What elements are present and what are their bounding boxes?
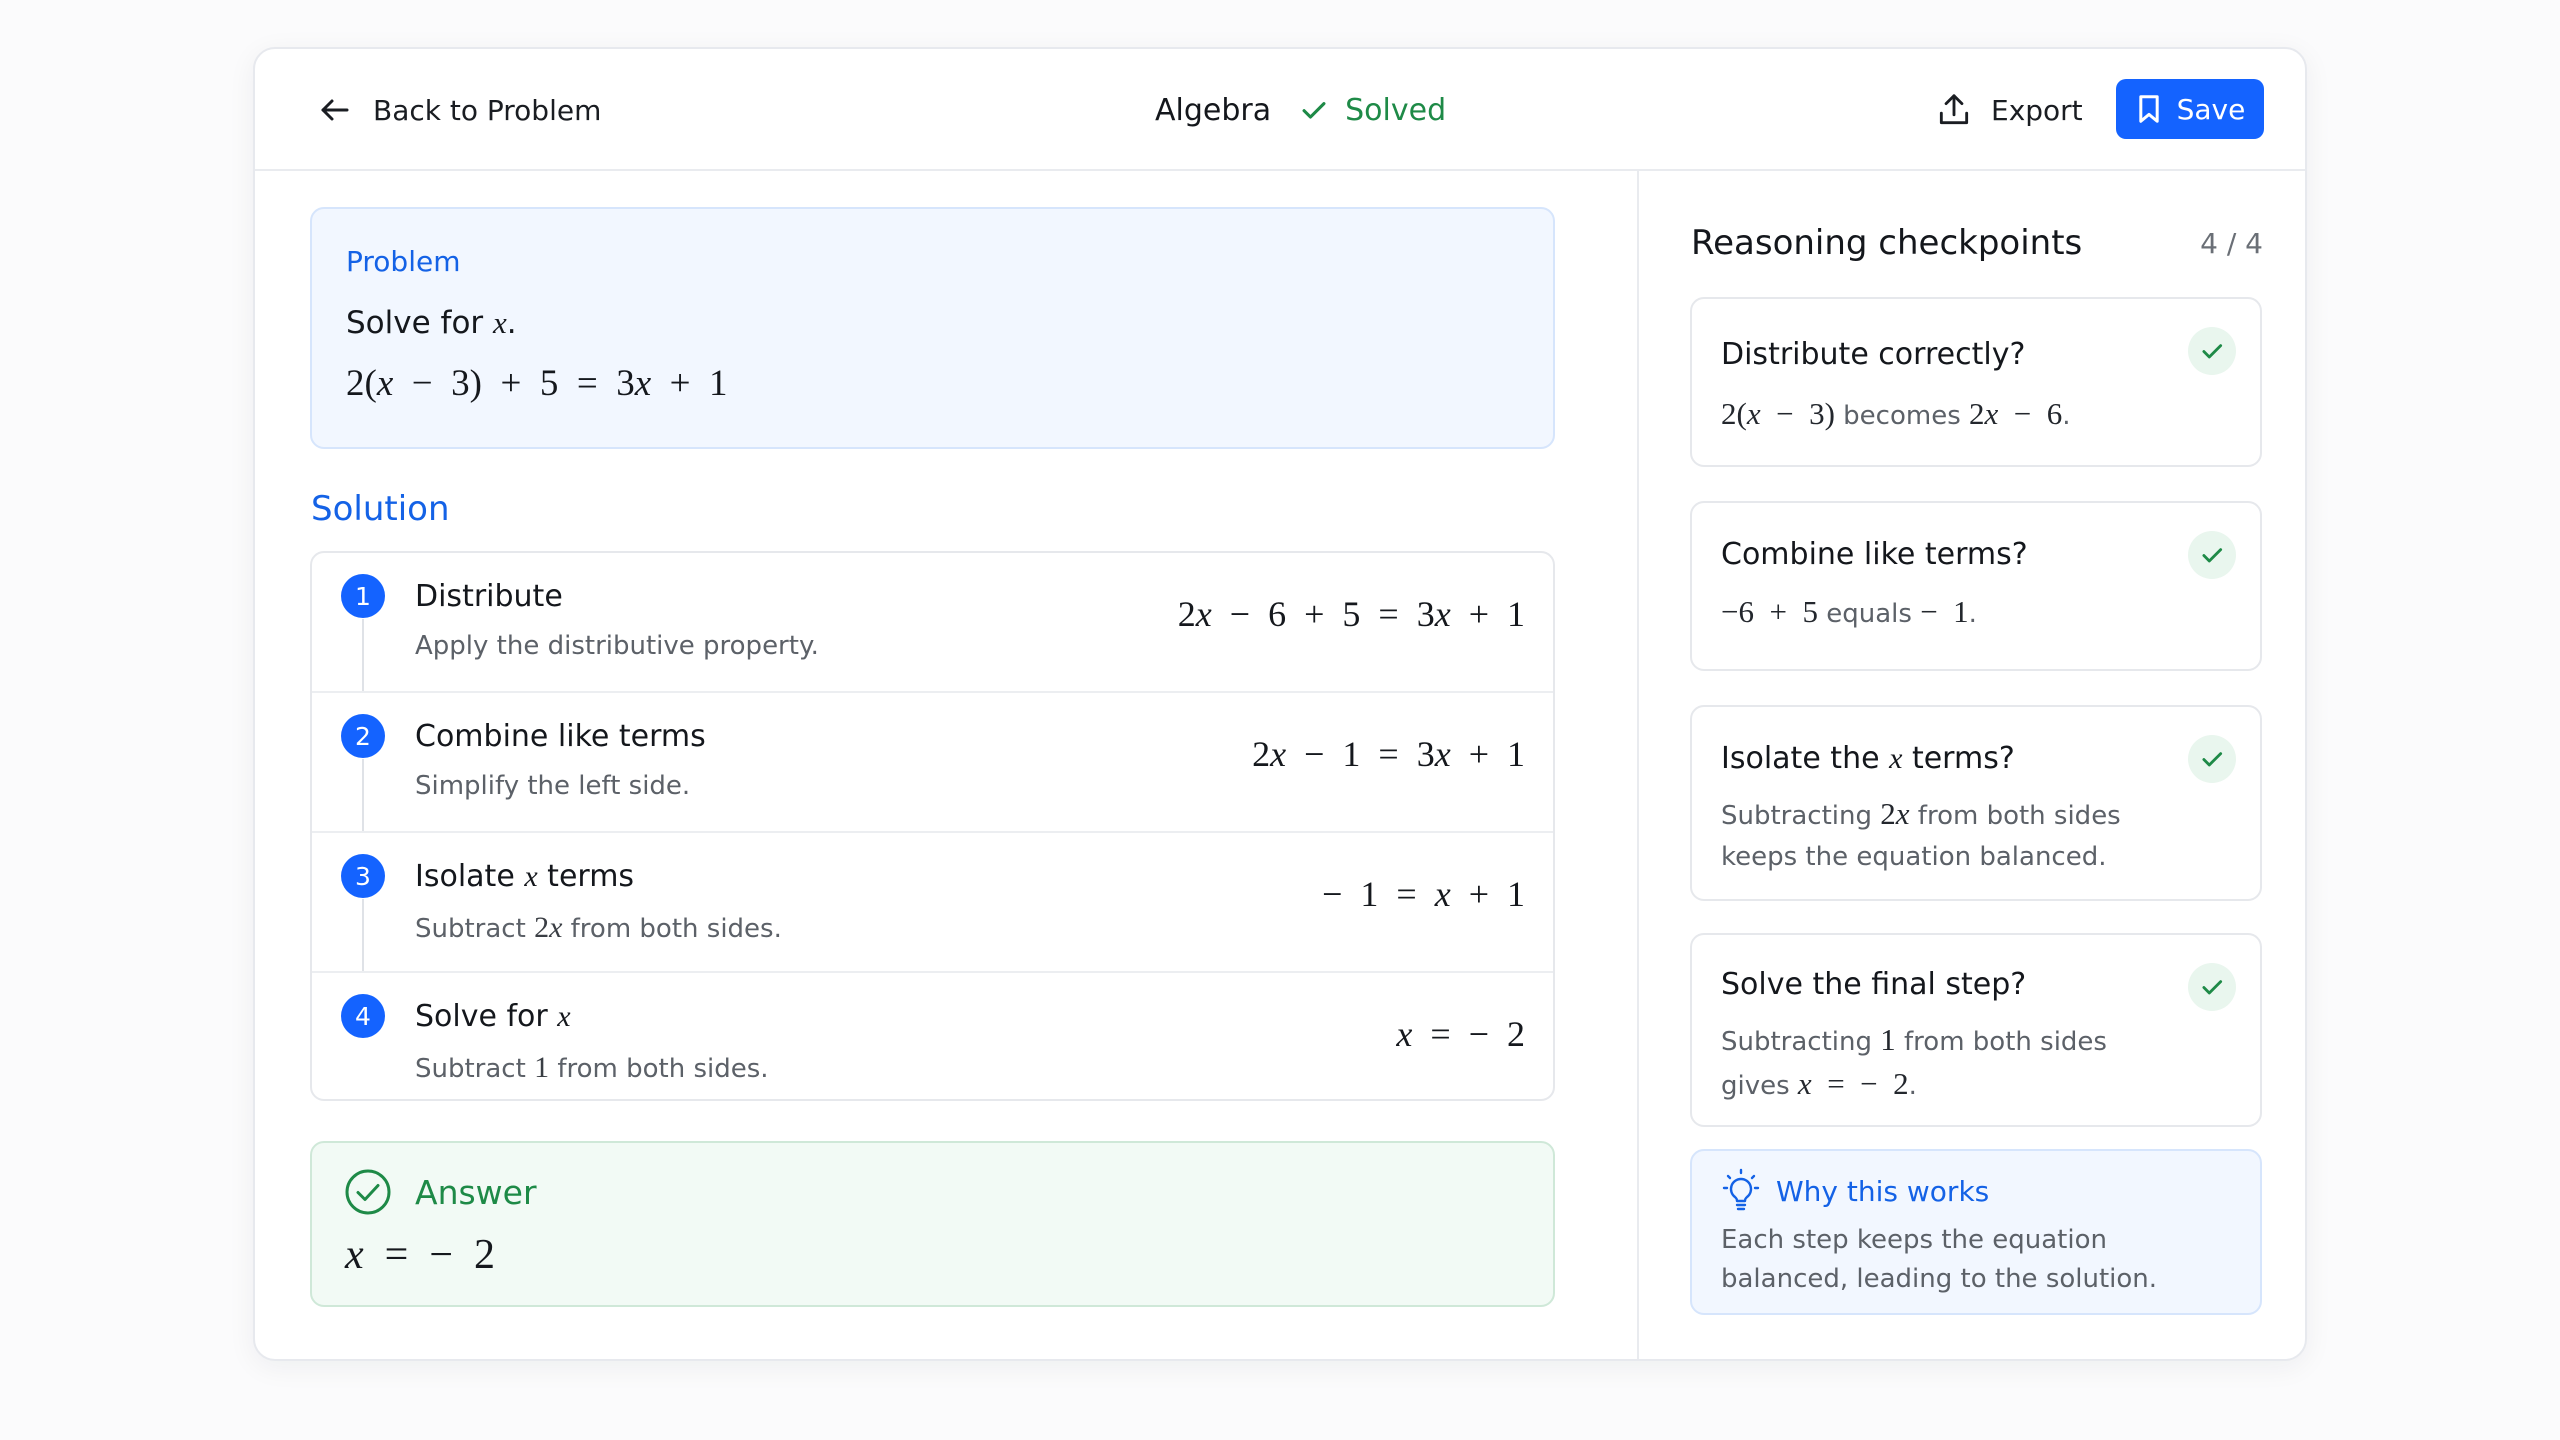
why-title: Why this works xyxy=(1776,1175,1990,1208)
title-group: Algebra Solved xyxy=(1155,83,1446,137)
step-item: 1 Distribute Apply the distributive prop… xyxy=(312,553,1553,691)
step-item: 4 Solve for x Subtract 1 from both sides… xyxy=(312,971,1553,1099)
checkpoint-title: Distribute correctly? xyxy=(1721,337,2026,372)
step-number-badge: 1 xyxy=(341,574,385,618)
checkpoint-description: 2(x − 3) becomes 2x − 6. xyxy=(1721,396,2071,431)
checkpoint-card: Isolate the x terms? Subtracting 2x from… xyxy=(1690,705,2262,901)
lightbulb-icon xyxy=(1722,1168,1760,1211)
step-title: Solve for x xyxy=(415,999,571,1034)
step-number-badge: 2 xyxy=(341,714,385,758)
answer-label: Answer xyxy=(415,1173,537,1212)
problem-equation: 2(x − 3) + 5 = 3x + 1 xyxy=(346,363,728,404)
step-equation: 2x − 1 = 3x + 1 xyxy=(1252,734,1525,774)
step-connector xyxy=(362,619,364,691)
problem-label: Problem xyxy=(346,245,461,278)
step-description: Simplify the left side. xyxy=(415,771,691,801)
export-button[interactable]: Export xyxy=(1935,83,2083,137)
top-bar: Back to Problem Algebra Solved Export Sa… xyxy=(255,49,2305,171)
checkpoint-description: −6 + 5 equals − 1. xyxy=(1721,594,1977,629)
why-this-works-box: Why this works Each step keeps the equat… xyxy=(1690,1149,2262,1315)
step-description: Apply the distributive property. xyxy=(415,631,819,661)
checkpoints-count: 4 / 4 xyxy=(2200,227,2263,260)
step-title: Combine like terms xyxy=(415,719,706,754)
checkpoint-description: Subtracting 2x from both sides keeps the… xyxy=(1721,796,2121,872)
checkpoint-title: Combine like terms? xyxy=(1721,537,2028,572)
solution-steps: 1 Distribute Apply the distributive prop… xyxy=(310,551,1555,1101)
step-number-badge: 4 xyxy=(341,994,385,1038)
solution-heading: Solution xyxy=(311,489,450,529)
step-title: Distribute xyxy=(415,579,563,614)
step-equation: x = − 2 xyxy=(1396,1014,1525,1054)
step-equation: 2x − 6 + 5 = 3x + 1 xyxy=(1177,594,1525,634)
check-icon xyxy=(1302,102,1326,119)
check-circle-icon xyxy=(345,1169,391,1215)
checkpoints-title: Reasoning checkpoints xyxy=(1691,223,2083,263)
problem-box: Problem Solve for x. 2(x − 3) + 5 = 3x +… xyxy=(310,207,1555,449)
answer-box: Answer x = − 2 xyxy=(310,1141,1555,1307)
checkpoint-passed-icon xyxy=(2188,327,2236,375)
export-label: Export xyxy=(1991,93,2083,127)
save-button[interactable]: Save xyxy=(2116,79,2264,139)
step-description: Subtract 2x from both sides. xyxy=(415,911,782,944)
solution-card: Back to Problem Algebra Solved Export Sa… xyxy=(253,47,2307,1361)
step-connector xyxy=(362,899,364,971)
step-equation: − 1 = x + 1 xyxy=(1322,874,1525,914)
checkpoint-card: Distribute correctly? 2(x − 3) becomes 2… xyxy=(1690,297,2262,467)
save-label: Save xyxy=(2176,92,2246,126)
step-connector xyxy=(362,759,364,831)
panel-divider xyxy=(1637,171,1639,1359)
step-title: Isolate x terms xyxy=(415,859,635,894)
status-badge: Solved xyxy=(1345,92,1447,128)
arrow-left-icon xyxy=(321,99,349,121)
checkpoint-title: Isolate the x terms? xyxy=(1721,741,2015,776)
subject-title: Algebra xyxy=(1155,92,1272,128)
bookmark-icon xyxy=(2138,95,2159,123)
step-item: 2 Combine like terms Simplify the left s… xyxy=(312,691,1553,831)
back-link-label: Back to Problem xyxy=(373,93,602,127)
checkpoint-description: Subtracting 1 from both sides gives x = … xyxy=(1721,1022,2107,1101)
why-description: Each step keeps the equation balanced, l… xyxy=(1721,1225,2158,1294)
checkpoint-card: Solve the final step? Subtracting 1 from… xyxy=(1690,933,2262,1127)
checkpoint-passed-icon xyxy=(2188,963,2236,1011)
problem-instruction: Solve for x. xyxy=(346,305,517,341)
step-description: Subtract 1 from both sides. xyxy=(415,1051,769,1084)
answer-equation: x = − 2 xyxy=(345,1232,496,1278)
checkpoint-card: Combine like terms? −6 + 5 equals − 1. xyxy=(1690,501,2262,671)
checkpoint-title: Solve the final step? xyxy=(1721,967,2027,1002)
checkpoint-passed-icon xyxy=(2188,735,2236,783)
back-to-problem-link[interactable]: Back to Problem xyxy=(317,83,601,137)
export-icon xyxy=(1939,94,1969,125)
step-number-badge: 3 xyxy=(341,854,385,898)
checkpoint-passed-icon xyxy=(2188,531,2236,579)
step-item: 3 Isolate x terms Subtract 2x from both … xyxy=(312,831,1553,971)
